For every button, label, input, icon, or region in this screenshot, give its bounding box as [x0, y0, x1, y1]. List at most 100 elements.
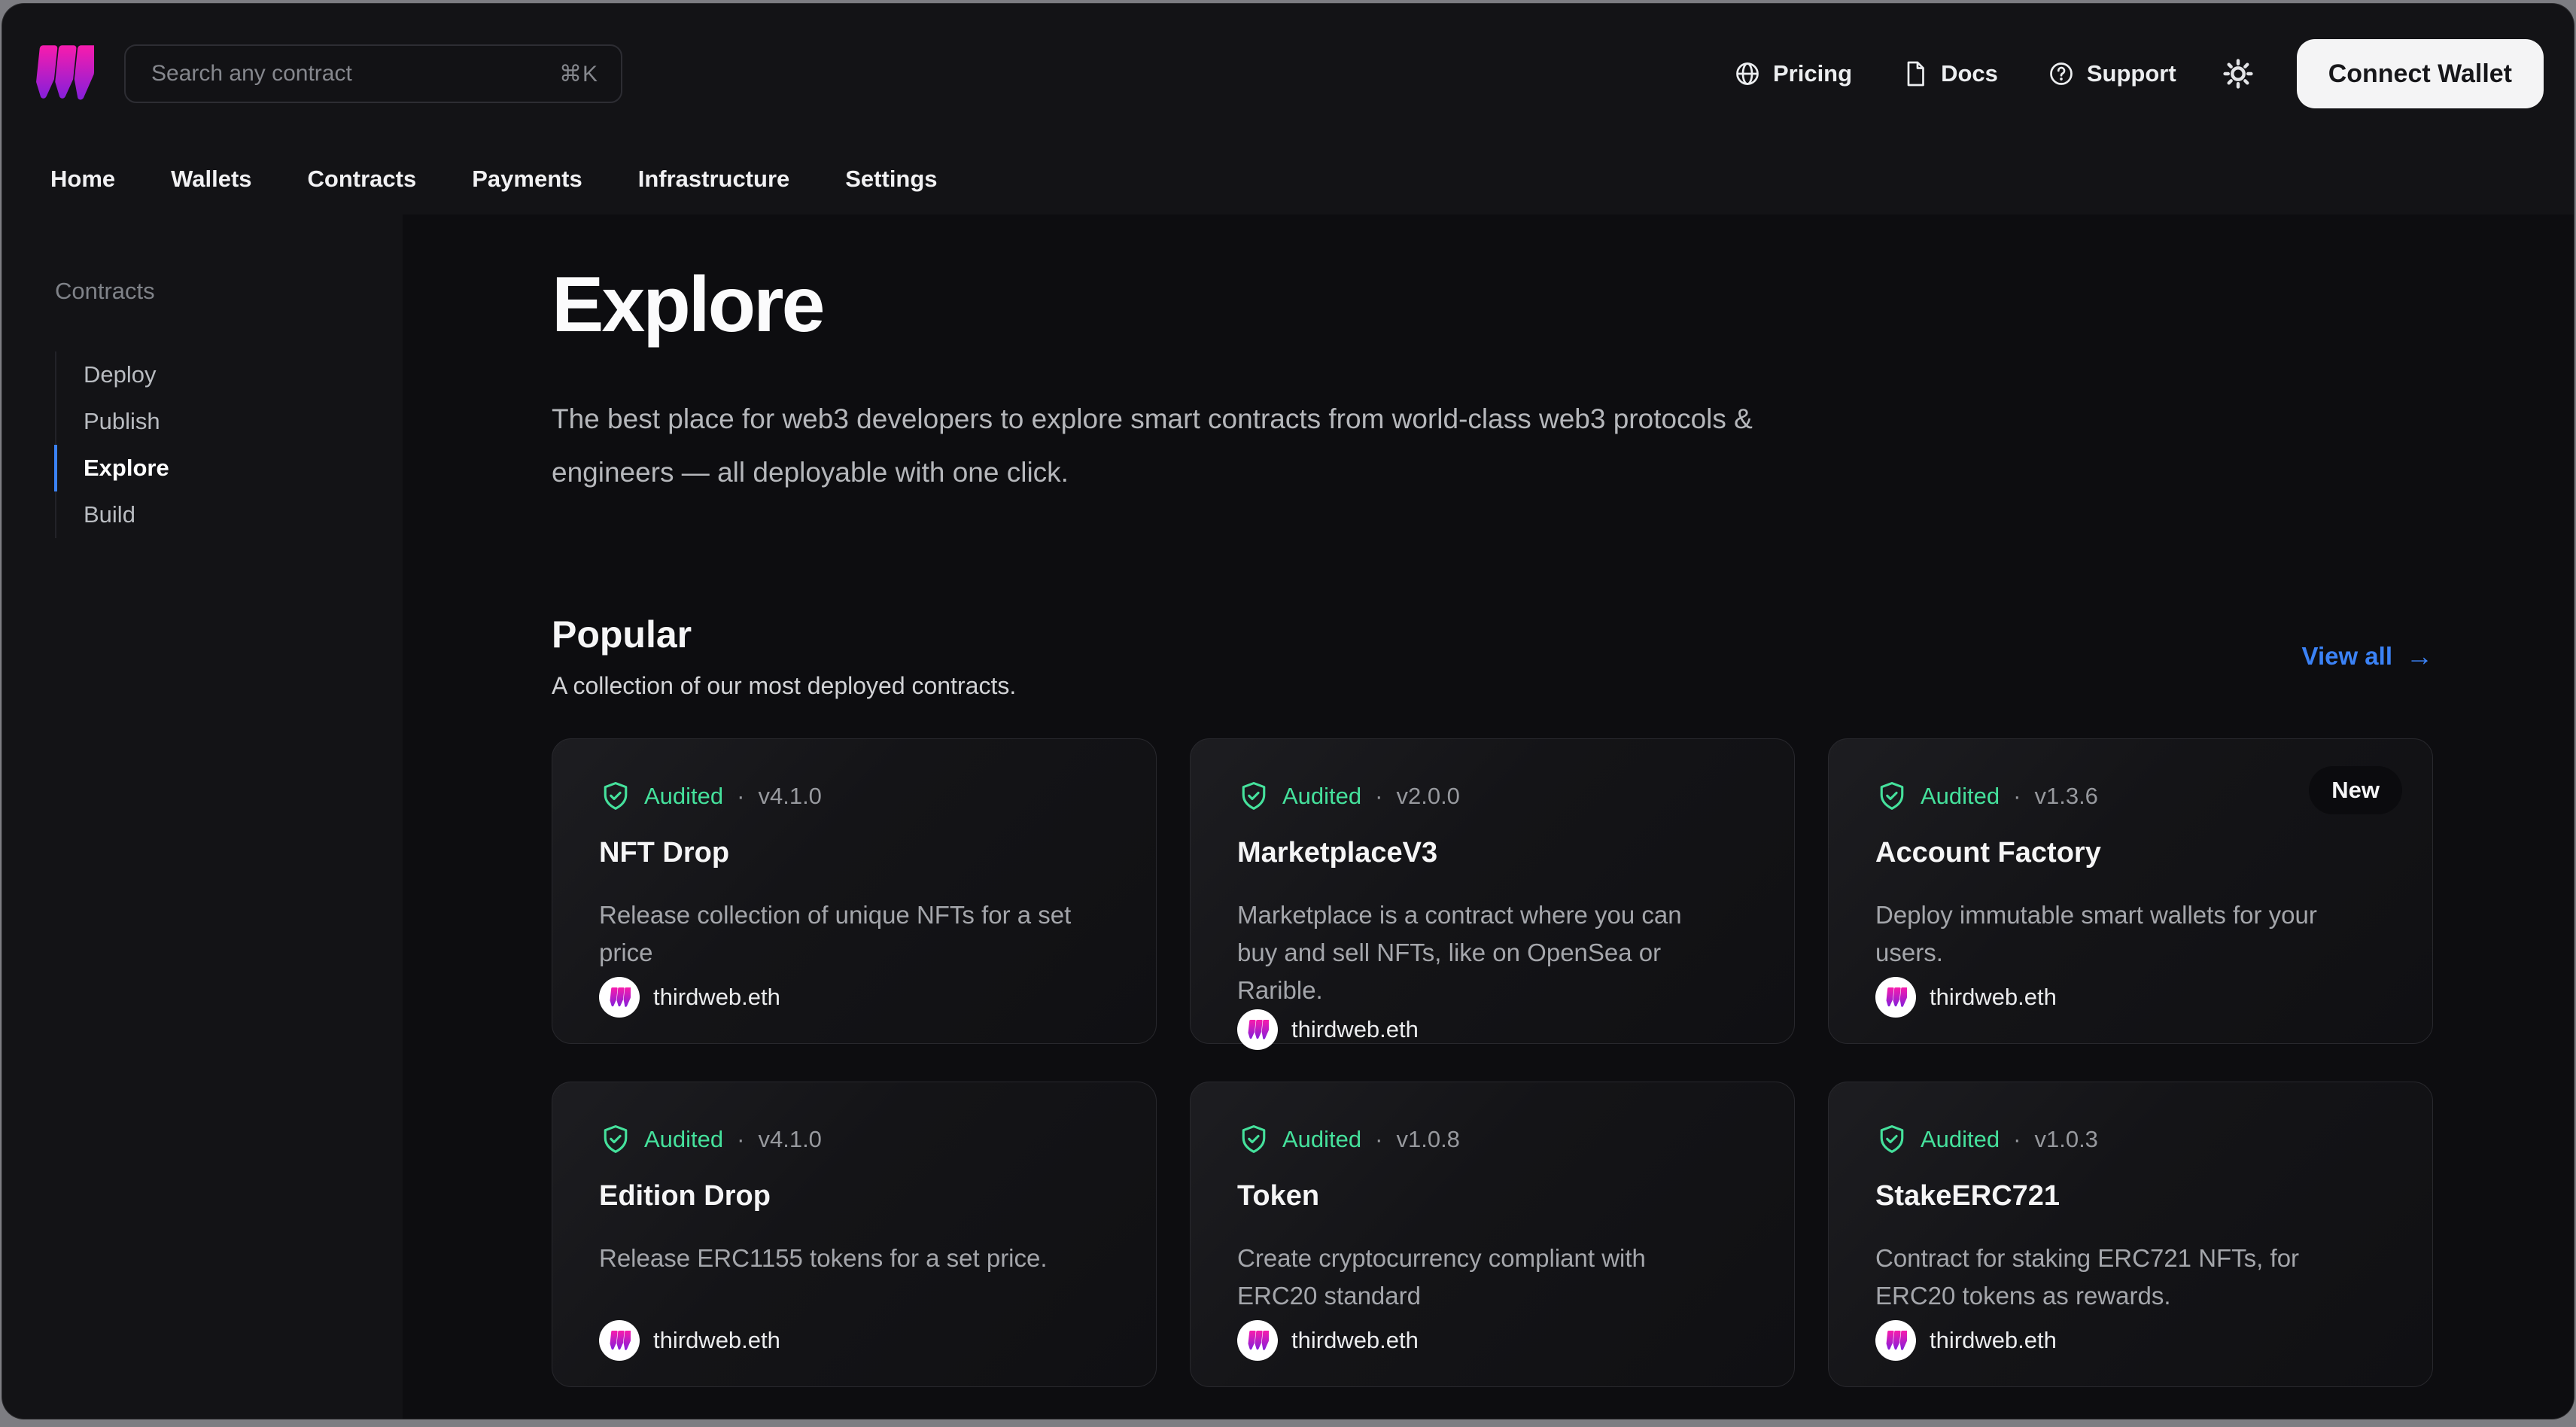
publisher-row[interactable]: thirdweb.eth	[1237, 1320, 1747, 1361]
header-links: Pricing Docs Support	[1734, 60, 2176, 87]
contract-version: v1.0.3	[2034, 1126, 2098, 1152]
contract-title: MarketplaceV3	[1237, 837, 1438, 869]
shield-check-icon	[1242, 782, 1266, 810]
contract-card-token[interactable]: Audited · v1.0.8 Token Create cryptocurr…	[1190, 1082, 1795, 1387]
thirdweb-logo-icon[interactable]	[31, 38, 94, 110]
publisher-name: thirdweb.eth	[653, 984, 780, 1010]
audited-badge: Audited	[1921, 783, 2000, 809]
audited-badge: Audited	[644, 783, 724, 809]
contract-description: Deploy immutable smart wallets for your …	[1875, 901, 2317, 966]
shield-check-icon	[1880, 1125, 1904, 1153]
contract-card-stakeerc721[interactable]: Audited · v1.0.3 StakeERC721 Contract fo…	[1828, 1082, 2433, 1387]
keyboard-shortcut-hint: ⌘K	[558, 61, 598, 87]
popular-section-header: Popular A collection of our most deploye…	[552, 612, 2433, 701]
publisher-row[interactable]: thirdweb.eth	[1875, 977, 2386, 1018]
contract-title: NFT Drop	[599, 837, 730, 869]
tab-infrastructure[interactable]: Infrastructure	[638, 166, 790, 193]
contract-title: Account Factory	[1875, 837, 2101, 869]
popular-heading: Popular	[552, 613, 692, 656]
new-badge: New	[2309, 766, 2402, 814]
shield-check-icon	[1242, 1125, 1266, 1153]
thirdweb-avatar	[1875, 977, 1916, 1018]
sun-icon	[2223, 59, 2253, 89]
contracts-grid: Audited · v4.1.0 NFT Drop Release collec…	[552, 738, 2433, 1387]
tab-contracts[interactable]: Contracts	[308, 166, 417, 193]
sidebar-item-publish[interactable]: Publish	[56, 398, 403, 445]
contract-description: Contract for staking ERC721 NFTs, for ER…	[1875, 1244, 2300, 1310]
separator-dot: ·	[2013, 783, 2021, 809]
sidebar-item-explore[interactable]: Explore	[54, 445, 403, 491]
thirdweb-avatar	[1237, 1009, 1278, 1050]
pricing-link[interactable]: Pricing	[1734, 60, 1852, 87]
arrow-right-icon: →	[2406, 640, 2433, 671]
header: ⌘K Pricing Docs	[2, 4, 2574, 144]
contract-description: Release ERC1155 tokens for a set price.	[599, 1244, 1048, 1272]
contract-search[interactable]: ⌘K	[124, 44, 622, 103]
docs-link[interactable]: Docs	[1902, 60, 1998, 87]
contract-version: v4.1.0	[758, 783, 822, 809]
tab-settings[interactable]: Settings	[845, 166, 937, 193]
page-subtitle: The best place for web3 developers to ex…	[552, 403, 1753, 488]
help-circle-icon	[2050, 62, 2073, 85]
contract-description: Create cryptocurrency compliant with ERC…	[1237, 1244, 1646, 1310]
contract-title: Edition Drop	[599, 1180, 771, 1212]
publisher-name: thirdweb.eth	[1291, 1016, 1419, 1042]
publisher-name: thirdweb.eth	[1291, 1327, 1419, 1353]
contract-description: Marketplace is a contract where you can …	[1237, 901, 1682, 1004]
app-window: ⌘K Pricing Docs	[2, 3, 2574, 1419]
tab-wallets[interactable]: Wallets	[171, 166, 251, 193]
tab-home[interactable]: Home	[50, 166, 115, 193]
search-input[interactable]	[151, 61, 559, 87]
publisher-name: thirdweb.eth	[1930, 1327, 2057, 1353]
contract-card-marketplacev3[interactable]: Audited · v2.0.0 MarketplaceV3 Marketpla…	[1190, 738, 1795, 1050]
publisher-name: thirdweb.eth	[1930, 984, 2057, 1010]
separator-dot: ·	[737, 783, 745, 809]
theme-toggle-button[interactable]	[2222, 57, 2255, 90]
pricing-label: Pricing	[1772, 60, 1853, 87]
contract-title: Token	[1237, 1180, 1320, 1212]
sidebar-section-title: Contracts	[55, 278, 155, 304]
primary-nav: Home Wallets Contracts Payments Infrastr…	[2, 144, 2574, 215]
globe-icon	[1736, 62, 1759, 85]
publisher-row[interactable]: thirdweb.eth	[599, 977, 1109, 1018]
audited-badge: Audited	[644, 1126, 724, 1152]
publisher-row[interactable]: thirdweb.eth	[1875, 1320, 2386, 1361]
support-label: Support	[2086, 60, 2176, 87]
support-link[interactable]: Support	[2048, 60, 2176, 87]
contract-description: Release collection of unique NFTs for a …	[599, 901, 1072, 966]
separator-dot: ·	[737, 1126, 745, 1152]
tab-payments[interactable]: Payments	[472, 166, 582, 193]
sidebar-item-build[interactable]: Build	[56, 491, 403, 538]
sidebar: Contracts Deploy Publish Explore Build	[2, 215, 403, 1419]
sidebar-item-deploy[interactable]: Deploy	[56, 351, 403, 398]
publisher-name: thirdweb.eth	[653, 1327, 780, 1353]
separator-dot: ·	[1375, 783, 1383, 809]
docs-label: Docs	[1941, 60, 1998, 87]
contract-card-nft-drop[interactable]: Audited · v4.1.0 NFT Drop Release collec…	[552, 738, 1157, 1044]
view-all-label: View all	[2301, 642, 2392, 670]
thirdweb-avatar	[1875, 1320, 1916, 1361]
thirdweb-avatar	[599, 977, 640, 1018]
connect-wallet-button[interactable]: Connect Wallet	[2296, 39, 2544, 108]
publisher-row[interactable]: thirdweb.eth	[599, 1320, 1109, 1361]
shield-check-icon	[604, 782, 628, 810]
contract-card-account-factory[interactable]: New Audited · v1.3.6 Account Factory Dep…	[1828, 738, 2433, 1044]
thirdweb-avatar	[599, 1320, 640, 1361]
contract-card-edition-drop[interactable]: Audited · v4.1.0 Edition Drop Release ER…	[552, 1082, 1157, 1387]
audited-badge: Audited	[1921, 1126, 2000, 1152]
document-icon	[1907, 61, 1924, 87]
page-title: Explore	[552, 261, 825, 348]
thirdweb-avatar	[1237, 1320, 1278, 1361]
audited-badge: Audited	[1282, 1126, 1362, 1152]
main-content: Explore The best place for web3 develope…	[403, 215, 2574, 1419]
sidebar-nav: Deploy Publish Explore Build	[54, 351, 403, 538]
publisher-row[interactable]: thirdweb.eth	[1237, 1009, 1747, 1050]
popular-description: A collection of our most deployed contra…	[552, 672, 1017, 699]
contract-version: v1.3.6	[2034, 783, 2098, 809]
shield-check-icon	[604, 1125, 628, 1153]
audited-badge: Audited	[1282, 783, 1362, 809]
contract-version: v1.0.8	[1396, 1126, 1460, 1152]
separator-dot: ·	[2013, 1126, 2021, 1152]
view-all-link[interactable]: View all →	[2302, 640, 2433, 672]
shield-check-icon	[1880, 782, 1904, 810]
